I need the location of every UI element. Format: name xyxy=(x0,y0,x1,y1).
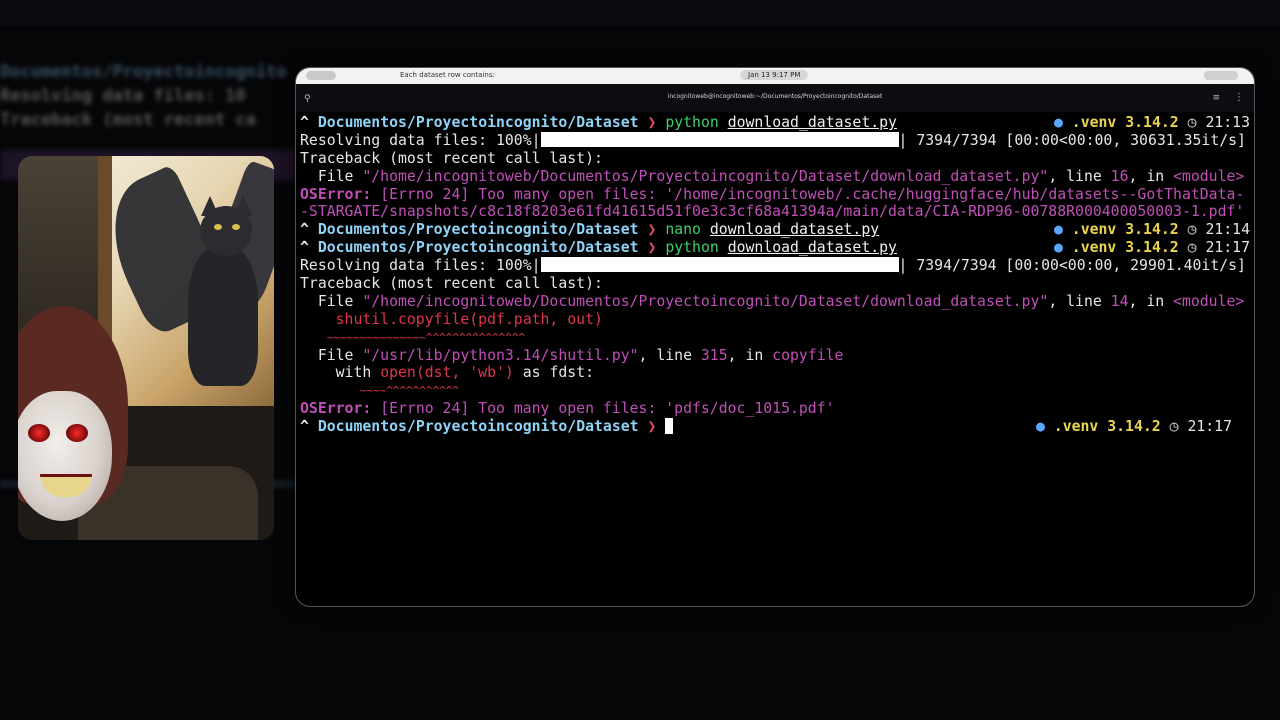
traceback-code: shutil.copyfile(pdf.path, out) xyxy=(300,310,603,328)
system-top-bar: Each dataset row contains: Jan 13 9:17 P… xyxy=(296,68,1254,84)
painting-cat-eye xyxy=(214,224,222,230)
clock-icon: ◷ xyxy=(1169,418,1179,436)
terminal-window[interactable]: Each dataset row contains: Jan 13 9:17 P… xyxy=(296,68,1254,606)
bg-line-1: Documentos/Proyectoincognito xyxy=(0,62,287,82)
traceback-file-line: File "/usr/lib/python3.14/shutil.py", li… xyxy=(300,346,844,364)
system-notification: Each dataset row contains: xyxy=(400,71,495,79)
traceback-header: Traceback (most recent call last): xyxy=(300,149,603,167)
clock-icon: ◷ xyxy=(1187,114,1197,131)
prompt-line: ^ Documentos/Proyectoincognito/Dataset ❯… xyxy=(300,239,1250,257)
bg-line-3: Traceback (most recent ca xyxy=(0,110,256,130)
clock-icon: ◷ xyxy=(1187,239,1197,257)
python-dot-icon: ● xyxy=(1053,239,1063,257)
terminal-output[interactable]: ^ Documentos/Proyectoincognito/Dataset ❯… xyxy=(300,114,1250,604)
prompt-path: Documentos/Proyectoincognito/Dataset xyxy=(317,114,639,131)
command-time: 21:13 xyxy=(1205,114,1250,131)
painting-cat-head xyxy=(200,206,252,256)
error-line-cont: -STARGATE/snapshots/c8c18f8203e61fd41615… xyxy=(300,203,1245,221)
prompt-line: ^ Documentos/Proyectoincognito/Dataset ❯… xyxy=(300,114,1250,131)
progress-line: Resolving data files: 100%| | 7394/7394 [… xyxy=(300,131,1246,149)
mask-eye xyxy=(66,424,88,442)
progress-bar xyxy=(540,257,899,273)
python-dot-icon: ● xyxy=(1053,114,1063,131)
traceback-carets: ~~~~~~~~~~~~~~~^^^^^^^^^^^^^^^ xyxy=(300,330,526,344)
traceback-header: Traceback (most recent call last): xyxy=(300,275,603,293)
more-options-icon[interactable]: ⋮ xyxy=(1234,92,1244,103)
painting-cat-eye xyxy=(232,224,240,230)
system-tray[interactable] xyxy=(1204,71,1238,80)
venv-indicator: .venv 3.14.2 xyxy=(1071,114,1179,131)
background-topbar xyxy=(0,0,1280,26)
activities-indicator[interactable] xyxy=(306,71,336,80)
webcam-overlay xyxy=(18,156,274,540)
command-name: python xyxy=(665,114,719,131)
hamburger-menu-icon[interactable]: ≡ xyxy=(1212,93,1220,103)
traceback-file-line: File "/home/incognitoweb/Documentos/Proy… xyxy=(300,292,1245,310)
system-clock[interactable]: Jan 13 9:17 PM xyxy=(740,70,809,80)
prompt-line: ^ Documentos/Proyectoincognito/Dataset ❯… xyxy=(300,221,1250,239)
command-argument: download_dataset.py xyxy=(727,114,897,131)
background-terminal-text: Documentos/Proyectoincognito Resolving d… xyxy=(0,60,300,160)
terminal-titlebar[interactable]: ⚲ incognitoweb@incognitoweb:~/Documentos… xyxy=(296,84,1254,112)
terminal-title: incognitoweb@incognitoweb:~/Documentos/P… xyxy=(667,93,883,100)
traceback-carets: ~~~~^^^^^^^^^^^ xyxy=(300,384,459,398)
mask-eye xyxy=(28,424,50,442)
active-prompt-line[interactable]: ^ Documentos/Proyectoincognito/Dataset ❯… xyxy=(300,418,1250,436)
error-line: OSError: [Errno 24] Too many open files:… xyxy=(300,185,1245,203)
bg-line-2: Resolving data files: 10 xyxy=(0,86,246,106)
python-dot-icon: ● xyxy=(1053,221,1063,239)
painting-cat-body xyxy=(188,246,258,386)
python-dot-icon: ● xyxy=(1035,418,1045,436)
traceback-file-line: File "/home/incognitoweb/Documentos/Proy… xyxy=(300,167,1245,185)
traceback-code: with open(dst, 'wb') as fdst: xyxy=(300,364,595,382)
terminal-cursor[interactable] xyxy=(665,418,674,435)
error-line: OSError: [Errno 24] Too many open files:… xyxy=(300,400,835,418)
progress-bar xyxy=(540,131,899,147)
clock-icon: ◷ xyxy=(1187,221,1197,239)
progress-line: Resolving data files: 100%| | 7394/7394 [… xyxy=(300,257,1246,275)
